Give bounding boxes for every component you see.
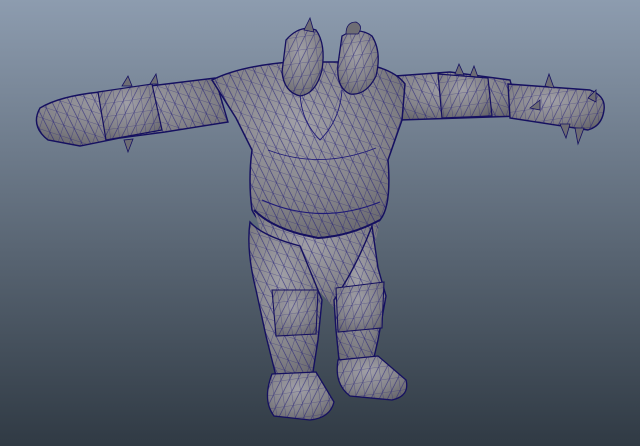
maya-3d-viewport[interactable] (0, 0, 640, 446)
ogre-mesh-render[interactable] (0, 0, 640, 446)
